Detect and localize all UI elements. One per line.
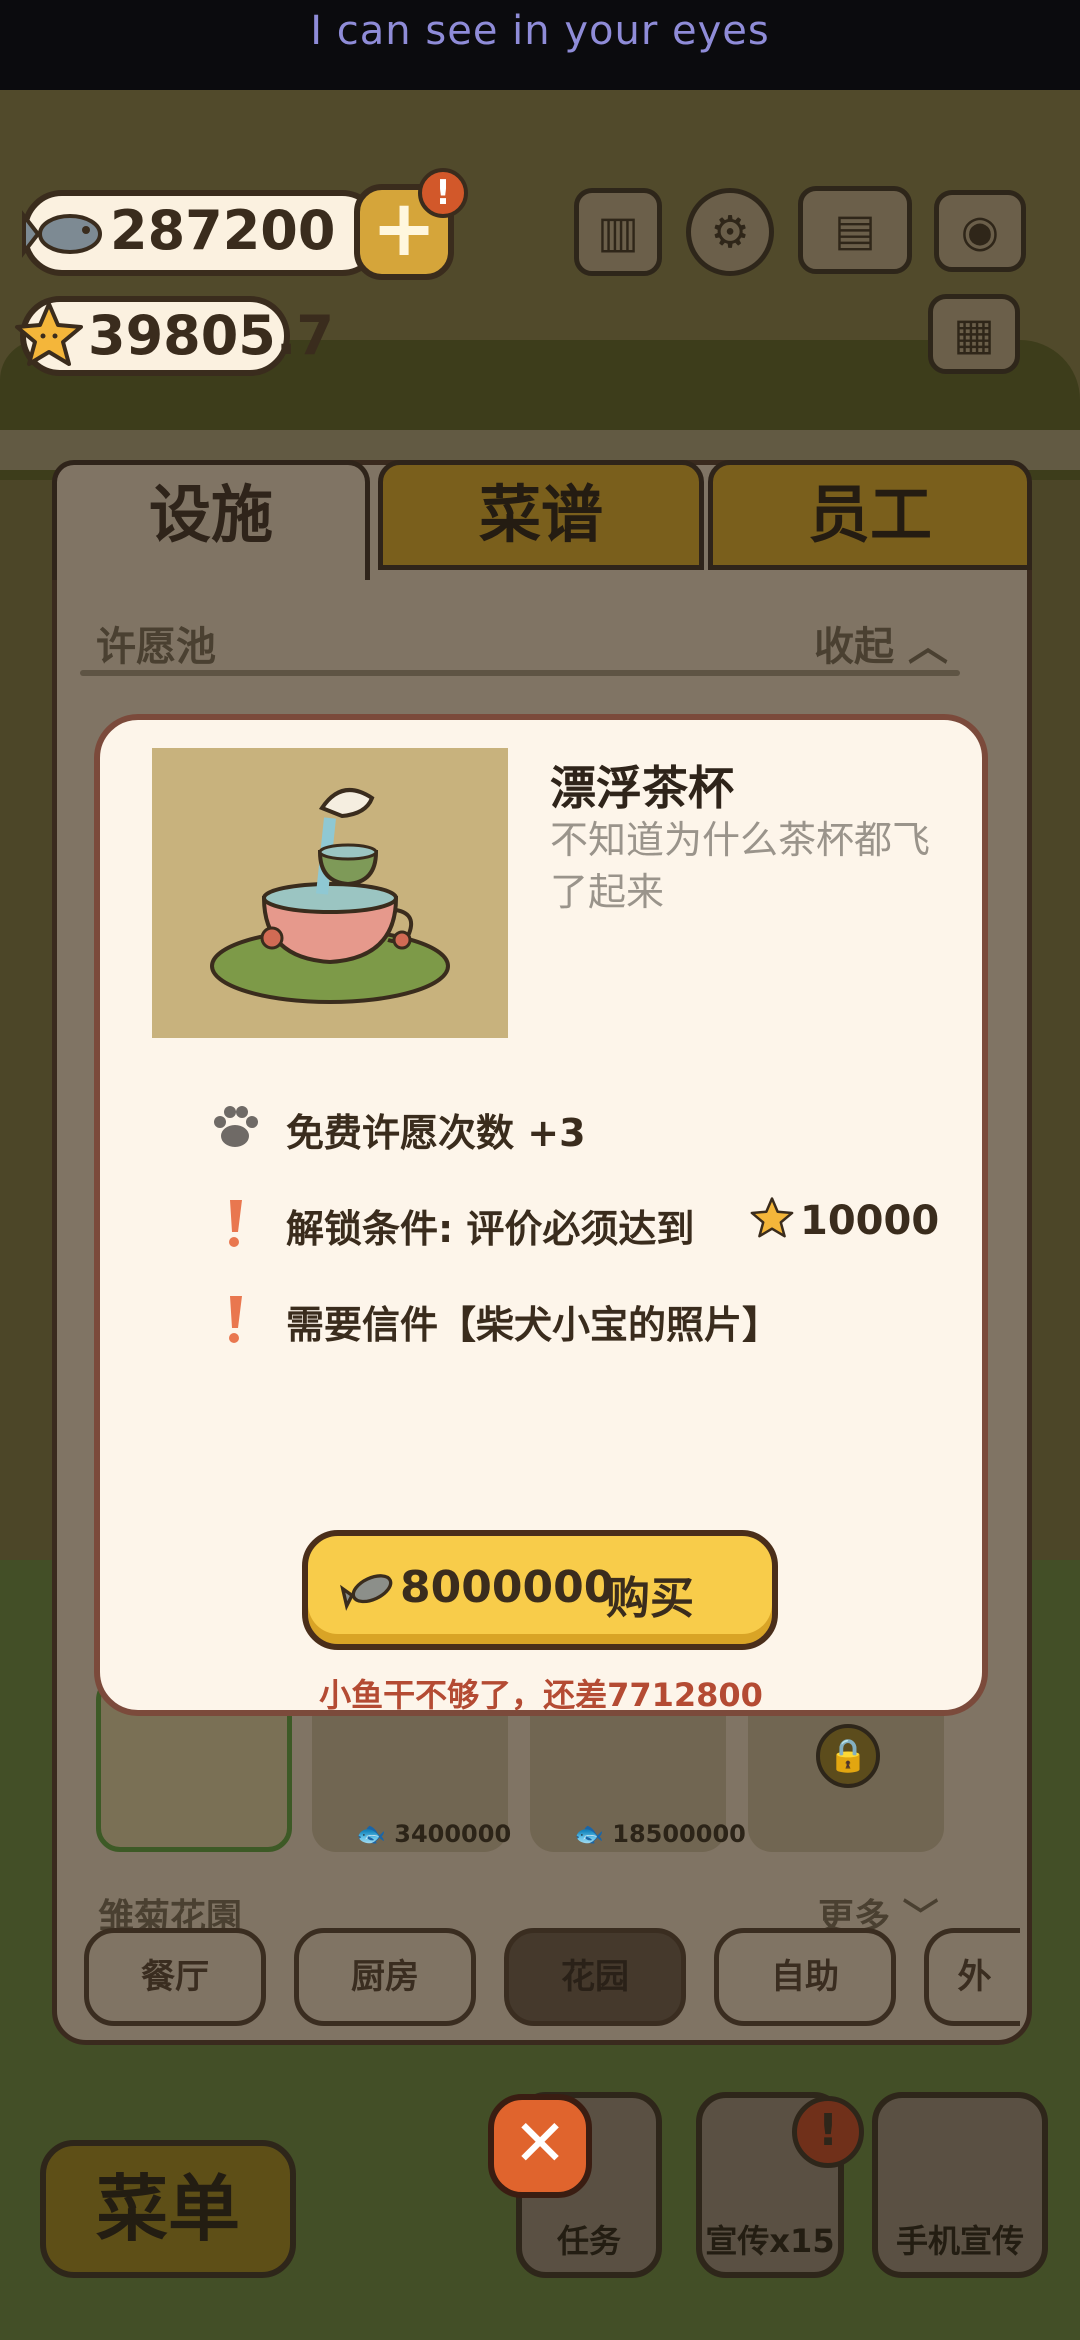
shortfall-warning: 小鱼干不够了，还差7712800 bbox=[319, 1676, 763, 1714]
unlock-rating-value: 10000 bbox=[800, 1198, 940, 1244]
alert-badge: ! bbox=[418, 168, 468, 218]
floating-teacup-image bbox=[152, 748, 508, 1038]
tab-recipes[interactable]: 菜谱 bbox=[378, 460, 704, 570]
category-garden[interactable]: 花园 bbox=[504, 1928, 686, 2026]
section-divider bbox=[80, 670, 960, 676]
category-outside[interactable]: 外 bbox=[924, 1928, 1020, 2026]
lock-icon: 🔒 bbox=[816, 1724, 880, 1788]
tab-facilities[interactable]: 设施 bbox=[52, 460, 370, 580]
fish-icon bbox=[22, 210, 102, 258]
letter-icon: ▦ bbox=[953, 308, 995, 360]
camera-button[interactable]: ◉ bbox=[934, 190, 1026, 272]
tab-staff[interactable]: 员工 bbox=[708, 460, 1032, 570]
wish-bonus-text: 免费许愿次数 +3 bbox=[286, 1111, 586, 1155]
close-icon: ✕ bbox=[513, 2107, 567, 2181]
promote-label: 宣传x15 bbox=[705, 2222, 835, 2260]
buy-label: 购买 bbox=[606, 1573, 694, 1624]
unlock-condition-text: 解锁条件: 评价必须达到 bbox=[286, 1207, 695, 1251]
chevron-up-icon: ︿ bbox=[907, 624, 948, 670]
settings-button[interactable]: ⚙ bbox=[686, 188, 774, 276]
tasks-label: 任务 bbox=[556, 2222, 621, 2260]
fish-count: 287200 bbox=[110, 199, 336, 262]
star-icon bbox=[15, 302, 83, 366]
close-button[interactable]: ✕ bbox=[488, 2094, 592, 2198]
book-icon: ▤ bbox=[834, 204, 876, 256]
chevron-down-icon: ﹀ bbox=[902, 1897, 939, 1938]
gear-icon: ⚙ bbox=[710, 206, 750, 258]
category-restaurant[interactable]: 餐厅 bbox=[84, 1928, 266, 2026]
requirement-text: 需要信件【柴犬小宝的照片】 bbox=[286, 1303, 781, 1347]
phone-promote-label: 手机宣传 bbox=[895, 2222, 1024, 2260]
menu-button[interactable]: 菜单 bbox=[40, 2140, 296, 2278]
paw-icon bbox=[214, 1106, 258, 1147]
category-buffet[interactable]: 自助 bbox=[714, 1928, 896, 2026]
fish-icon: 🐟 bbox=[574, 1820, 604, 1848]
ranking-button[interactable]: ▥ bbox=[574, 188, 662, 276]
fish-icon bbox=[340, 1574, 393, 1611]
collapse-label: 收起 bbox=[814, 624, 894, 670]
modal-description: 不知道为什么茶杯都飞了起来 bbox=[550, 818, 931, 914]
exclamation-icon bbox=[229, 1296, 242, 1343]
rank-icon: ▥ bbox=[597, 206, 639, 258]
item-price: 🐟 18500000 bbox=[574, 1820, 746, 1848]
letters-button[interactable]: ▦ bbox=[928, 294, 1020, 374]
collection-book-button[interactable]: ▤ bbox=[798, 186, 912, 274]
caption-text: I can see in your eyes bbox=[310, 8, 770, 54]
buy-price: 8000000 bbox=[400, 1562, 615, 1613]
camera-icon: ◉ bbox=[960, 205, 1000, 257]
item-price: 🐟 3400000 bbox=[356, 1820, 512, 1848]
modal-title: 漂浮茶杯 bbox=[550, 761, 734, 815]
category-kitchen[interactable]: 厨房 bbox=[294, 1928, 476, 2026]
fish-icon: 🐟 bbox=[356, 1820, 386, 1848]
star-count: 39805.7 bbox=[88, 304, 334, 367]
star-icon bbox=[750, 1197, 794, 1238]
phone-promote-button[interactable]: 手机宣传 bbox=[872, 2092, 1048, 2278]
wish-pool-section-title: 许愿池 bbox=[96, 624, 216, 670]
collapse-toggle[interactable]: 收起 ︿ bbox=[814, 614, 948, 672]
exclamation-icon bbox=[229, 1200, 242, 1247]
promote-alert-badge: ! bbox=[792, 2096, 864, 2168]
